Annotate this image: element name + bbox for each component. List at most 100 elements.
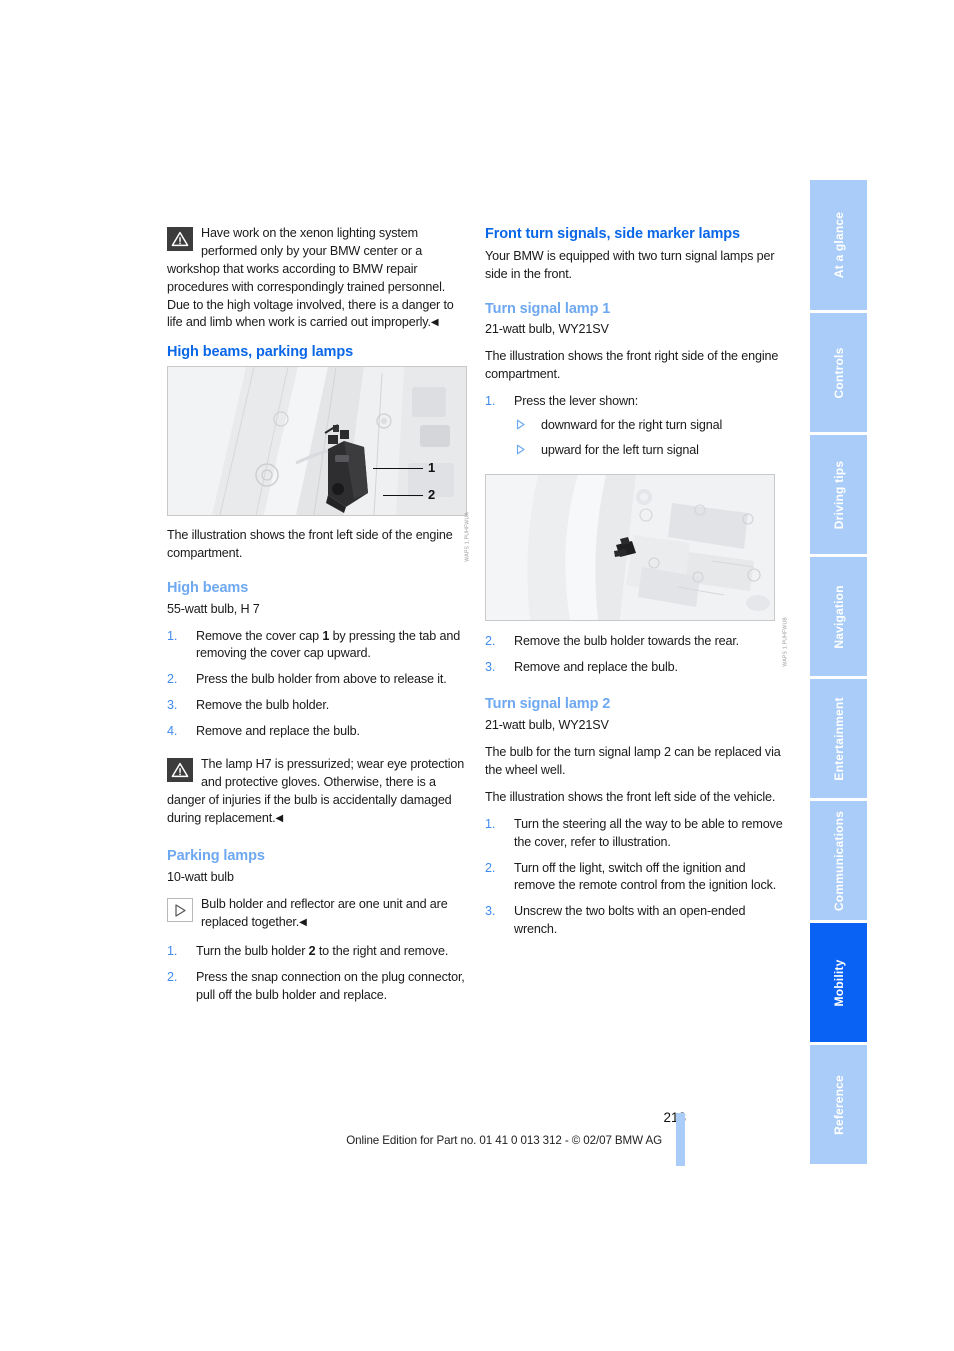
tab-label: Navigation (831, 584, 846, 649)
step-text: Press the bulb holder from above to rele… (196, 672, 447, 687)
tab-label: Mobility (831, 959, 846, 1006)
tab-at-a-glance[interactable]: At a glance (810, 180, 867, 310)
left-column: Have work on the xenon lighting system p… (167, 225, 471, 1015)
heading-front-turn-signals: Front turn signals, side marker lamps (485, 226, 740, 242)
tab-reference[interactable]: Reference (810, 1045, 867, 1164)
caption-front-left-vehicle: The illustration shows the front left si… (485, 789, 776, 804)
tab-driving-tips[interactable]: Driving tips (810, 435, 867, 554)
step-text: Turn the steering all the way to be able… (514, 816, 783, 849)
warning-triangle-icon (167, 757, 193, 782)
step-text: Press the lever shown: (514, 394, 639, 409)
bulb-spec-lamp1: 21-watt bulb, WY21SV (485, 322, 609, 337)
end-mark: ◀ (275, 812, 284, 824)
step-item: 4. Remove and replace the bulb. (167, 723, 467, 741)
figure-turn-signal-lever: WAPS 1.PUHFWUB (485, 473, 789, 666)
step-item: 3. Remove and replace the bulb. (485, 659, 785, 677)
tab-label: Communications (831, 810, 846, 911)
step-number: 1. (485, 394, 496, 409)
bulb-spec-parking-lamps: 10-watt bulb (167, 870, 234, 885)
right-column: Front turn signals, side marker lamps Yo… (485, 225, 789, 949)
step-item: 2. Remove the bulb holder towards the re… (485, 633, 785, 651)
manual-page: Have work on the xenon lighting system p… (0, 0, 954, 1351)
footer-edition-text: Online Edition for Part no. 01 41 0 013 … (346, 1134, 662, 1147)
end-mark: ◀ (299, 917, 307, 929)
step-number: 1. (167, 628, 178, 643)
step-number: 3. (485, 659, 496, 674)
step-item: 1. Press the lever shown: downward for t… (485, 393, 785, 460)
step-text: Remove and replace the bulb. (514, 659, 678, 674)
tab-label: Controls (831, 347, 846, 398)
tab-communications[interactable]: Communications (810, 801, 867, 920)
step-text: Remove and replace the bulb. (196, 724, 360, 739)
step-item: 3. Unscrew the two bolts with an open-en… (485, 903, 785, 939)
intro-front-turn-signals: Your BMW is equipped with two turn signa… (485, 248, 775, 281)
para-lamp2-wheel-well: The bulb for the turn signal lamp 2 can … (485, 745, 781, 778)
caption-front-right-engine: The illustration shows the front right s… (485, 349, 779, 382)
step-item: 2. Press the snap connection on the plug… (167, 969, 467, 1005)
info-triangle-icon (167, 898, 193, 923)
leader-line-1 (373, 468, 423, 470)
bulb-spec-lamp2: 21-watt bulb, WY21SV (485, 718, 609, 733)
warning-triangle-icon (167, 227, 193, 251)
steps-turn-signal-lamp-1-first: 1. Press the lever shown: downward for t… (485, 393, 785, 460)
step-text-post: to the right and remove. (315, 943, 449, 958)
callout-label-1: 1 (428, 460, 436, 476)
step-number: 1. (485, 816, 496, 831)
steps-high-beams: 1. Remove the cover cap 1 by pressing th… (167, 628, 467, 741)
heading-high-beams-parking-lamps: High beams, parking lamps (167, 344, 354, 361)
section-tab-strip: At a glance Controls Driving tips Naviga… (810, 180, 867, 1167)
step-number: 3. (485, 904, 496, 919)
step-number: 2. (485, 860, 496, 875)
step-item: 2. Press the bulb holder from above to r… (167, 671, 467, 689)
bulb-spec-high-beams: 55-watt bulb, H 7 (167, 601, 260, 616)
tab-label: Entertainment (831, 696, 846, 781)
steps-turn-signal-lamp-2: 1. Turn the steering all the way to be a… (485, 816, 785, 939)
step-item: 3. Remove the bulb holder. (167, 697, 467, 715)
end-mark: ◀ (430, 317, 439, 329)
warning-note-xenon: Have work on the xenon lighting system p… (167, 225, 467, 332)
warning-note-h7: The lamp H7 is pressurized; wear eye pro… (167, 756, 467, 828)
step-text: Remove the bulb holder. (196, 698, 330, 713)
step-text: Unscrew the two bolts with an open-ended… (514, 904, 746, 937)
warning-note-xenon-text: Have work on the xenon lighting system p… (167, 226, 454, 330)
sub-bullet-item: downward for the right turn signal (514, 417, 785, 435)
sub-bullet-text: downward for the right turn signal (541, 417, 723, 432)
step-number: 2. (485, 633, 496, 648)
step-item: 1. Turn the bulb holder 2 to the right a… (167, 943, 467, 961)
warning-note-h7-text: The lamp H7 is pressurized; wear eye pro… (167, 756, 465, 825)
figure-code-1: WAPS 1.PUHFWUA (465, 512, 471, 562)
info-note-parking-lamps-text: Bulb holder and reflector are one unit a… (201, 897, 448, 930)
figure-image-engine-front-right (485, 473, 775, 621)
sub-bullet-item: upward for the left turn signal (514, 442, 785, 460)
steps-turn-signal-lamp-1-rest: 2. Remove the bulb holder towards the re… (485, 633, 785, 677)
step-number: 4. (167, 724, 178, 739)
step-item: 2. Turn off the light, switch off the ig… (485, 860, 785, 896)
caption-front-left-engine: The illustration shows the front left si… (167, 528, 453, 560)
tab-navigation[interactable]: Navigation (810, 557, 867, 676)
step-text: Turn off the light, switch off the ignit… (514, 860, 777, 893)
info-note-parking-lamps: Bulb holder and reflector are one unit a… (167, 896, 467, 932)
leader-line-2 (383, 495, 423, 497)
tab-label: Reference (831, 1074, 846, 1135)
step-text-pre: Remove the cover cap (196, 628, 323, 643)
tab-label: At a glance (831, 211, 846, 279)
callout-label-2: 2 (428, 487, 436, 503)
tab-mobility[interactable]: Mobility (810, 923, 867, 1042)
step-item: 1. Remove the cover cap 1 by pressing th… (167, 628, 467, 664)
step-number: 1. (167, 943, 178, 958)
tab-entertainment[interactable]: Entertainment (810, 679, 867, 798)
step-text: Press the snap connection on the plug co… (196, 969, 465, 1002)
step-text-pre: Turn the bulb holder (196, 943, 309, 958)
heading-turn-signal-lamp-1: Turn signal lamp 1 (485, 300, 611, 317)
figure-high-beams-parking: 1 2 WAPS 1.PUHFWUA (167, 366, 471, 562)
tab-controls[interactable]: Controls (810, 313, 867, 432)
heading-parking-lamps: Parking lamps (167, 848, 265, 865)
steps-parking-lamps: 1. Turn the bulb holder 2 to the right a… (167, 943, 467, 1005)
step-number: 2. (167, 969, 178, 984)
footer-accent-bar (676, 1113, 685, 1166)
heading-high-beams: High beams (167, 579, 249, 596)
figure-image-engine-front-left (167, 366, 467, 517)
tab-label: Driving tips (831, 460, 846, 529)
heading-turn-signal-lamp-2: Turn signal lamp 2 (485, 696, 611, 713)
page-number: 213 (663, 1110, 686, 1125)
